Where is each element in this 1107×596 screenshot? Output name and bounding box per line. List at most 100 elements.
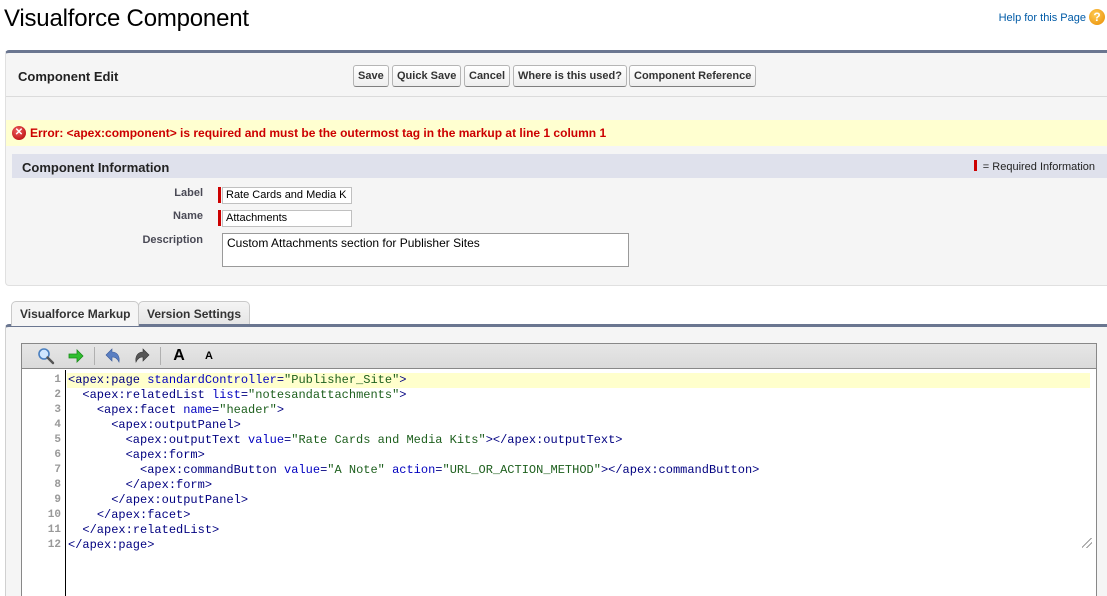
code-line[interactable]: 4 <apex:outputPanel> [22, 418, 1096, 433]
code-line[interactable]: 6 <apex:form> [22, 448, 1096, 463]
code-line[interactable]: 3 <apex:facet name="header"> [22, 403, 1096, 418]
line-text: </apex:outputPanel> [68, 493, 248, 508]
toolbar-separator [94, 347, 95, 365]
line-number: 12 [47, 539, 61, 551]
description-field-label: Description [142, 234, 203, 246]
code-attribute: name [183, 403, 213, 417]
line-number: 4 [54, 419, 61, 431]
line-number: 7 [54, 464, 61, 476]
code-tag: <apex:page [68, 373, 148, 387]
code-tag: <apex:facet [96, 403, 184, 417]
line-text: </apex:relatedList> [68, 523, 219, 538]
line-text: <apex:form> [68, 448, 205, 463]
go-to-line-icon[interactable] [66, 347, 86, 365]
code-tag: > [399, 373, 407, 387]
line-text: <apex:page standardController="Publisher… [68, 373, 406, 388]
section-title: Component Information [22, 160, 170, 175]
toolbar-separator [160, 347, 161, 365]
code-string: "header" [219, 403, 277, 417]
cancel-button[interactable]: Cancel [464, 65, 511, 87]
code-attribute: list [212, 388, 241, 402]
line-text: <apex:outputPanel> [68, 418, 241, 433]
code-tag: </apex:facet> [96, 508, 191, 522]
required-legend-text: = Required Information [982, 161, 1095, 173]
line-number: 9 [54, 494, 61, 506]
code-attribute: value [284, 463, 321, 477]
code-tag: ></apex:outputText> [485, 433, 623, 447]
question-icon[interactable]: ? [1089, 9, 1105, 25]
code-tag: <apex:outputText [125, 433, 249, 447]
code-line[interactable]: 10 </apex:facet> [22, 508, 1096, 523]
search-icon[interactable] [36, 347, 56, 365]
code-line[interactable]: 1 <apex:page standardController="Publishe… [22, 373, 1096, 388]
block-header: Component Edit Save Quick Save Cancel Wh… [6, 53, 1107, 97]
required-marker [973, 160, 977, 171]
label-input[interactable]: Rate Cards and Media K [222, 187, 352, 204]
line-text: </apex:page> [68, 538, 154, 553]
code-line[interactable]: 7 <apex:commandButton value = "A Note" act… [22, 463, 1096, 478]
code-tag: <apex:commandButton [140, 463, 285, 477]
code-tag: = [276, 373, 285, 387]
label-field-label: Label [174, 187, 203, 199]
line-text: <apex:outputText value="Rate Cards and M… [68, 433, 623, 448]
line-number: 6 [54, 449, 61, 461]
line-number: 2 [54, 389, 61, 401]
code-attribute: standardController [147, 373, 277, 387]
description-textarea[interactable]: Custom Attachments section for Publisher… [222, 233, 629, 267]
resize-handle[interactable] [1082, 538, 1092, 548]
code-tag: <apex:relatedList [82, 388, 213, 402]
quick-save-button[interactable]: Quick Save [392, 65, 462, 87]
font-larger-icon[interactable]: A [169, 347, 189, 365]
line-text: </apex:form> [68, 478, 212, 493]
line-number: 3 [54, 404, 61, 416]
code-string: "A Note" [327, 463, 385, 477]
block-title: Component Edit [18, 69, 119, 84]
line-number: 11 [47, 524, 61, 536]
code-attribute: action [392, 463, 436, 477]
code-tag [385, 463, 392, 477]
code-string: "Publisher_Site" [284, 373, 400, 387]
tab-version-settings[interactable]: Version Settings [138, 301, 251, 325]
redo-icon[interactable] [132, 347, 152, 365]
code-tag: = [435, 463, 443, 477]
editor-toolbar: A A [22, 344, 1096, 369]
code-tag: </apex:page> [68, 538, 155, 552]
code-editor: A A 1 <apex:page standardController="Publ… [21, 343, 1097, 596]
code-tag: <apex:form> [125, 448, 205, 462]
code-attribute: value [248, 433, 285, 447]
code-line[interactable]: 5 <apex:outputText value="Rate Cards and… [22, 433, 1096, 448]
line-text: <apex:commandButton value = "A Note" actio… [68, 463, 759, 478]
save-button[interactable]: Save [353, 65, 389, 87]
page-title: Visualforce Component [4, 5, 249, 32]
code-tag: </apex:relatedList> [82, 523, 220, 537]
name-input[interactable]: Attachments [222, 210, 352, 227]
error-icon: ✕ [12, 126, 26, 140]
code-line[interactable]: 11 </apex:relatedList> [22, 523, 1096, 538]
code-tag: </apex:form> [125, 478, 213, 492]
code-line[interactable]: 9 </apex:outputPanel> [22, 493, 1096, 508]
help-link[interactable]: Help for this Page [999, 12, 1086, 24]
code-line[interactable]: 12 </apex:page> [22, 538, 1096, 553]
tab-visualforce-markup[interactable]: Visualforce Markup [11, 301, 140, 326]
error-text: Error: <apex:component> is required and … [30, 126, 607, 140]
required-marker [218, 187, 221, 203]
line-text: <apex:facet name="header"> [68, 403, 284, 418]
required-marker [218, 210, 221, 226]
line-text: <apex:relatedList list="notesandattachme… [68, 388, 406, 403]
line-number: 5 [54, 434, 61, 446]
undo-icon[interactable] [103, 347, 123, 365]
code-line[interactable]: 2 <apex:relatedList list="notesandattach… [22, 388, 1096, 403]
required-legend: = Required Information [973, 160, 1095, 173]
line-number: 1 [54, 374, 61, 386]
where-used-button[interactable]: Where is this used? [513, 65, 627, 87]
code-tag: > [399, 388, 407, 402]
line-number: 10 [47, 509, 61, 521]
line-text: </apex:facet> [68, 508, 191, 523]
code-line[interactable]: 8 </apex:form> [22, 478, 1096, 493]
name-field-label: Name [173, 210, 203, 222]
font-smaller-icon[interactable]: A [199, 347, 219, 365]
component-reference-button[interactable]: Component Reference [629, 65, 757, 87]
code-tag: </apex:outputPanel> [111, 493, 249, 507]
code-area[interactable]: 1 <apex:page standardController="Publishe… [22, 370, 1096, 596]
code-string: "Rate Cards and Media Kits" [291, 433, 486, 447]
